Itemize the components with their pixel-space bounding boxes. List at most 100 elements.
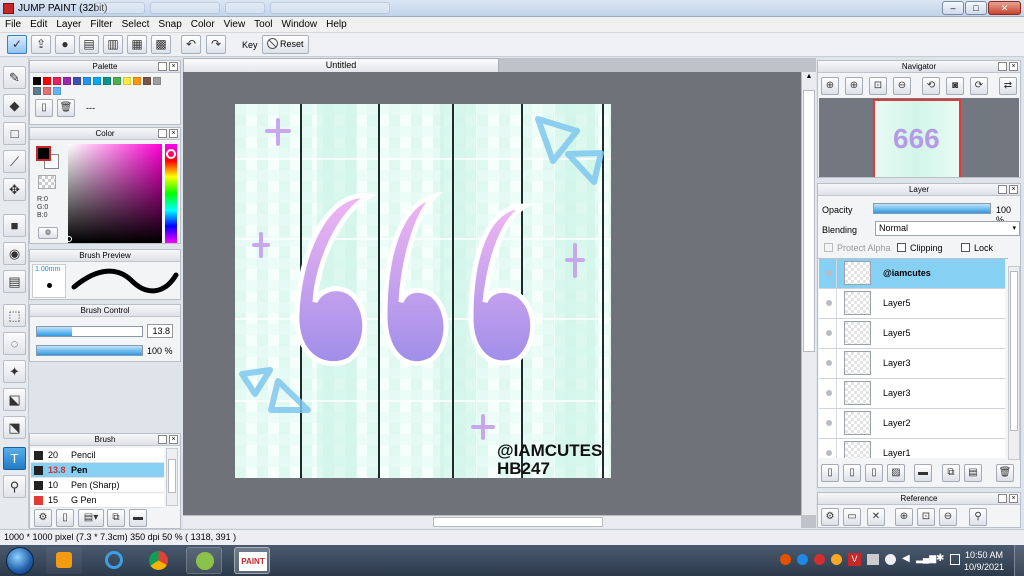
flip-icon[interactable]: ⇄ [999,77,1017,95]
brush-list-scroll-thumb[interactable] [168,459,176,493]
panel-close-icon[interactable]: × [169,435,178,444]
new-brush-icon[interactable]: ▯ [56,509,74,527]
saturation-value-picker[interactable] [68,144,162,243]
duplicate-layer-icon[interactable]: ⧉ [942,464,960,482]
reference-zoom-in-icon[interactable]: ⊕ [895,508,913,526]
blending-select[interactable]: Normal ▾ [875,221,1020,236]
layer-row[interactable]: Layer2 [819,409,1005,439]
palette-swatch[interactable] [113,77,121,85]
brush-tool-icon[interactable]: ✎ [3,66,26,89]
new-layer-icon[interactable]: ▯ [821,464,839,482]
pen-line-tool-icon[interactable]: ⟋ [3,150,26,173]
layer-row[interactable]: @iamcutes [819,259,1005,289]
layer-visibility-icon[interactable] [821,259,837,288]
canvas-vertical-scrollbar[interactable]: ▲ [801,72,816,515]
export-icon[interactable]: ⇪ [31,35,51,54]
layer-list-scrollbar[interactable] [1008,266,1020,460]
palette-swatch[interactable] [143,77,151,85]
panel-close-icon[interactable]: × [169,62,178,71]
fit-view-icon[interactable]: ⊡ [869,77,887,95]
layer-row[interactable]: Layer5 [819,319,1005,349]
palette-swatch[interactable] [43,87,51,95]
panel-float-icon[interactable] [998,62,1007,71]
brush-list-item[interactable]: 13.8 Pen [31,463,164,478]
gradient-tool-icon[interactable]: ▤ [3,270,26,293]
layer-row[interactable]: Layer3 [819,379,1005,409]
layer-visibility-icon[interactable] [821,319,837,348]
layer-visibility-icon[interactable] [821,409,837,438]
move-tool-icon[interactable]: ✥ [3,178,26,201]
magic-wand-tool-icon[interactable]: ✦ [3,360,26,383]
delete-palette-icon[interactable]: 🗑 [57,99,75,117]
palette-swatch[interactable] [63,77,71,85]
layer-visibility-icon[interactable] [821,349,837,378]
show-desktop-button[interactable] [1014,545,1024,576]
vertical-scroll-thumb[interactable] [803,90,815,352]
reference-fit-icon[interactable]: ⊡ [917,508,935,526]
brush-list-item[interactable]: 10 Pen (Sharp) [31,478,164,493]
new-vector-layer-icon[interactable]: ▯ [865,464,883,482]
fill-shape-tool-icon[interactable]: ■ [3,214,26,237]
new-palette-icon[interactable]: ▯ [35,99,53,117]
menu-edit[interactable]: Edit [25,17,51,30]
palette-swatch[interactable] [33,87,41,95]
panel-close-icon[interactable]: × [169,129,178,138]
brush-size-slider[interactable] [36,326,143,337]
layer-row[interactable]: Layer5 [819,289,1005,319]
palette-swatch[interactable] [43,77,51,85]
menu-filter[interactable]: Filter [85,17,116,30]
brush-menu-icon[interactable]: ▤▾ [78,509,104,527]
panel-float-icon[interactable] [158,129,167,138]
eyedropper-tool-icon[interactable]: ⚲ [3,475,26,498]
document-icon[interactable]: ▥ [103,35,123,54]
menu-select[interactable]: Select [117,17,154,30]
layer-list-scroll-thumb[interactable] [1010,271,1018,431]
palette-swatch[interactable] [103,77,111,85]
menu-window[interactable]: Window [277,17,322,30]
brush-size-value[interactable]: 13.8 [147,324,173,338]
transparent-color-swatch[interactable] [38,175,56,189]
volume-icon[interactable]: ◀ [902,553,910,564]
rectangle-tool-icon[interactable]: □ [3,122,26,145]
brush-opacity-slider[interactable] [36,345,143,356]
menu-layer[interactable]: Layer [51,17,85,30]
menu-help[interactable]: Help [321,17,351,30]
reference-settings-icon[interactable]: ⚙ [821,508,839,526]
brush-list-item[interactable]: 20 Pencil [31,448,164,463]
redo-icon[interactable]: ↷ [206,35,226,54]
palette-swatch[interactable] [133,77,141,85]
text-tool-icon[interactable]: T [3,447,26,470]
palette-swatch[interactable] [73,77,81,85]
artwork-canvas[interactable]: @IAMCUTES HB247 [235,104,611,478]
tray-app-icon[interactable] [867,554,879,565]
taskbar-clip-app[interactable] [186,547,222,574]
taskbar-media-player[interactable] [46,547,82,574]
rotate-right-icon[interactable]: ⟳ [970,77,988,95]
layout-icon[interactable]: ▩ [151,35,171,54]
select-rect-tool-icon[interactable]: ⬚ [3,304,26,327]
zoom-out-icon[interactable]: ⊖ [893,77,911,95]
menu-tool[interactable]: Tool [249,17,276,30]
palette-swatch[interactable] [53,77,61,85]
menu-file[interactable]: File [0,17,25,30]
panel-float-icon[interactable] [158,62,167,71]
check-icon[interactable]: ✓ [7,35,27,54]
panel-close-icon[interactable]: × [1009,494,1018,503]
palette-swatch[interactable] [153,77,161,85]
copy-brush-icon[interactable]: ⧉ [107,509,125,527]
scroll-up-icon[interactable]: ▲ [803,73,815,85]
color-mode-icon[interactable]: ◍ [38,227,58,239]
layer-row[interactable]: Layer1 [819,439,1005,458]
eraser-tool-icon[interactable]: ◆ [3,94,26,117]
taskbar-internet-explorer[interactable] [96,547,132,574]
rotate-left-icon[interactable]: ⟲ [922,77,940,95]
layer-visibility-icon[interactable] [821,439,837,458]
layer-row[interactable]: Layer3 [819,349,1005,379]
panel-close-icon[interactable]: × [1009,185,1018,194]
battery-icon[interactable] [950,554,960,565]
open-reference-icon[interactable]: ▭ [843,508,861,526]
palette-swatch[interactable] [53,87,61,95]
brush-list-scrollbar[interactable] [166,448,178,506]
layer-visibility-icon[interactable] [821,379,837,408]
reset-rotation-icon[interactable]: ◙ [946,77,964,95]
